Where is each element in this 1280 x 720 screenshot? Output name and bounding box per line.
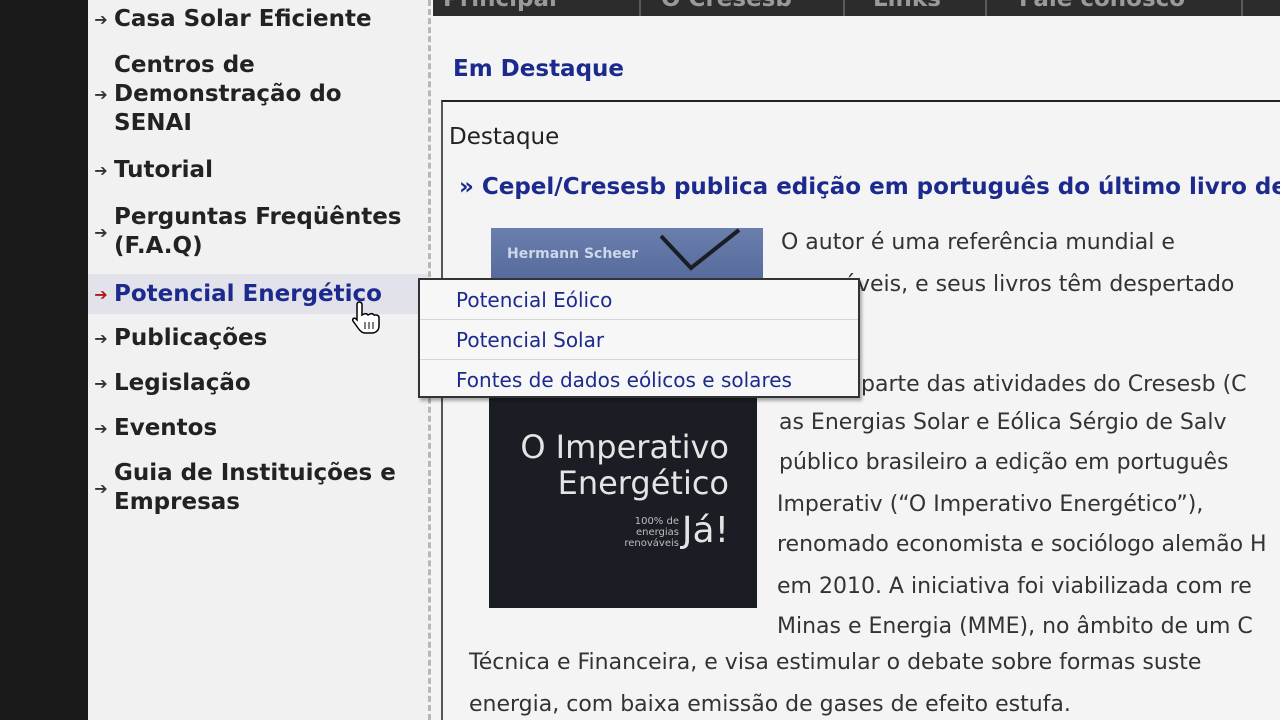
paragraph-line: em 2010. A iniciativa foi viabilizada co… bbox=[777, 574, 1252, 599]
arrow-right-icon: ➔ bbox=[94, 222, 108, 242]
tab-fale-conosco[interactable]: Fale conosco bbox=[1019, 0, 1185, 12]
tab-o-cresesb[interactable]: O Cresesb bbox=[661, 0, 792, 12]
arrow-right-icon: ➔ bbox=[94, 284, 108, 304]
arrow-right-icon: ➔ bbox=[94, 84, 108, 104]
sidebar-item-label: Publicações bbox=[114, 324, 268, 351]
sidebar-item-tutorial[interactable]: ➔ Tutorial bbox=[88, 154, 428, 186]
arrow-right-icon: ➔ bbox=[94, 418, 108, 438]
paragraph-line: parte das atividades do Cresesb (C bbox=[861, 372, 1247, 397]
sidebar-item-casa-solar[interactable]: ➔ Casa Solar Eficiente bbox=[88, 4, 428, 34]
highlight-box: Destaque » Cepel/Cresesb publica edição … bbox=[441, 100, 1280, 720]
sidebar-item-label-line: Perguntas Freqüêntes bbox=[114, 204, 402, 230]
paragraph-line: Imperativ (“O Imperativo Energético”), bbox=[777, 492, 1204, 517]
arrow-right-icon: ➔ bbox=[94, 328, 108, 348]
headline-link[interactable]: » Cepel/Cresesb publica edição em portug… bbox=[459, 174, 1280, 200]
submenu-item-fontes-dados[interactable]: Fontes de dados eólicos e solares bbox=[420, 360, 858, 400]
sidebar-item-label: Perguntas Freqüêntes (F.A.Q) bbox=[114, 203, 402, 261]
sidebar-item-label-line: Empresas bbox=[114, 489, 240, 515]
sidebar-item-eventos[interactable]: ➔ Eventos bbox=[88, 412, 428, 444]
sidebar-item-centros-senai[interactable]: ➔ Centros de Demonstração do SENAI bbox=[88, 50, 428, 138]
sidebar-item-label-line: Guia de Instituições e bbox=[114, 460, 396, 486]
sidebar-item-faq[interactable]: ➔ Perguntas Freqüêntes (F.A.Q) bbox=[88, 202, 428, 262]
book-title-line: Energético bbox=[557, 464, 729, 502]
paragraph-line: Técnica e Financeira, e visa estimular o… bbox=[469, 650, 1202, 675]
sidebar-item-label: Legislação bbox=[114, 369, 251, 396]
arrow-right-icon: ➔ bbox=[94, 9, 108, 29]
book-image-author[interactable]: Hermann Scheer bbox=[491, 228, 763, 284]
sidebar-item-label-line: (F.A.Q) bbox=[114, 233, 203, 259]
check-mark-icon bbox=[659, 228, 741, 271]
paragraph-line: Minas e Energia (MME), no âmbito de um C bbox=[777, 614, 1253, 639]
book-exclaim: Já! bbox=[681, 510, 729, 551]
tab-principal[interactable]: Principal bbox=[443, 0, 557, 12]
paragraph-line: energia, com baixa emissão de gases de e… bbox=[469, 692, 1071, 717]
nav-separator bbox=[639, 0, 641, 16]
sidebar-item-label: Eventos bbox=[114, 414, 218, 441]
sidebar-item-label-line: Demonstração do bbox=[114, 80, 342, 107]
arrow-right-icon: ➔ bbox=[94, 478, 108, 498]
book-cover-image[interactable]: O Imperativo Energético 100% de energias… bbox=[489, 398, 757, 608]
submenu-item-potencial-eolico[interactable]: Potencial Eólico bbox=[420, 280, 858, 320]
paragraph-line: renomado economista e sociólogo alemão H bbox=[777, 532, 1267, 557]
tab-links[interactable]: Links bbox=[873, 0, 941, 12]
submenu-item-potencial-solar[interactable]: Potencial Solar bbox=[420, 320, 858, 360]
arrow-right-icon: ➔ bbox=[94, 160, 108, 180]
book-author-text: Hermann Scheer bbox=[507, 246, 639, 262]
sidebar-item-label: Centros de Demonstração do SENAI bbox=[114, 51, 342, 138]
sidebar-item-label: Guia de Instituições e Empresas bbox=[114, 459, 396, 517]
book-subtitle: 100% de energias renováveis bbox=[624, 516, 679, 549]
top-navigation-bar: Principal O Cresesb Links Fale conosco bbox=[433, 0, 1280, 16]
section-title: Em Destaque bbox=[453, 56, 625, 82]
box-label: Destaque bbox=[449, 124, 560, 150]
paragraph-line: as Energias Solar e Eólica Sérgio de Sal… bbox=[779, 410, 1227, 435]
sidebar-item-label: Potencial Energético bbox=[114, 280, 382, 307]
sidebar-item-legislacao[interactable]: ➔ Legislação bbox=[88, 367, 428, 399]
sidebar-menu: ➔ Casa Solar Eficiente ➔ Centros de Demo… bbox=[88, 0, 428, 720]
browser-viewport: ➔ Casa Solar Eficiente ➔ Centros de Demo… bbox=[88, 0, 1280, 720]
paragraph-line: público brasileiro a edição em português bbox=[779, 450, 1229, 475]
sidebar-item-guia-instituicoes[interactable]: ➔ Guia de Instituições e Empresas bbox=[88, 458, 428, 518]
hand-pointer-cursor-icon bbox=[352, 301, 380, 334]
sidebar-item-label: Casa Solar Eficiente bbox=[114, 5, 372, 32]
nav-separator bbox=[843, 0, 845, 16]
book-title-line: O Imperativo bbox=[520, 428, 729, 466]
arrow-right-icon: ➔ bbox=[94, 373, 108, 393]
sidebar-item-label: Tutorial bbox=[114, 156, 213, 183]
submenu-potencial-energetico: Potencial Eólico Potencial Solar Fontes … bbox=[418, 278, 860, 398]
sidebar-item-label-line: Centros de bbox=[114, 51, 255, 78]
nav-separator bbox=[1241, 0, 1243, 16]
sidebar-item-label-line: SENAI bbox=[114, 109, 192, 136]
paragraph-line: O autor é uma referência mundial e bbox=[781, 230, 1175, 255]
nav-separator bbox=[985, 0, 987, 16]
